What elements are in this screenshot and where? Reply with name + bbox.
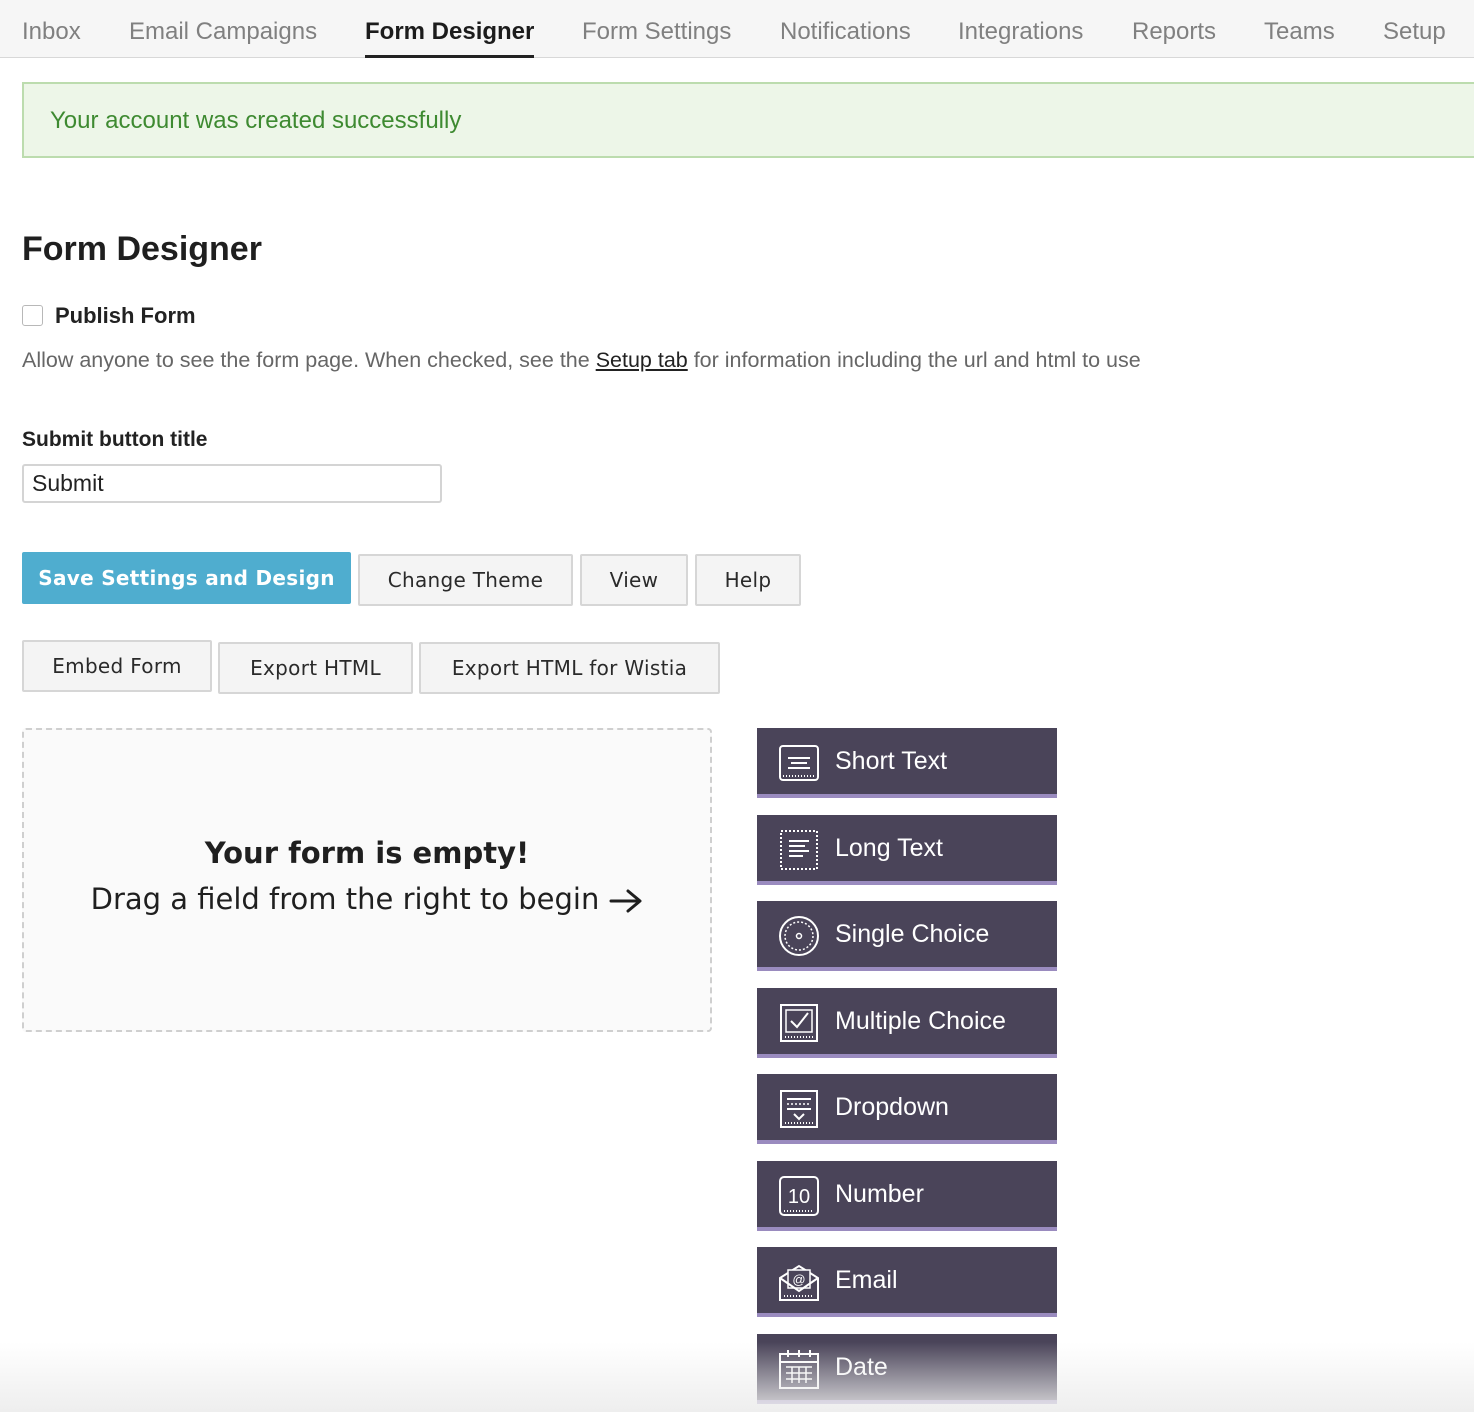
number-icon: 10 bbox=[779, 1176, 819, 1216]
empty-form-title: Your form is empty! bbox=[204, 836, 530, 870]
publish-help-text: Allow anyone to see the form page. When … bbox=[22, 348, 1141, 373]
palette-label: Date bbox=[835, 1353, 888, 1381]
palette-label: Dropdown bbox=[835, 1093, 949, 1121]
tab-form-settings[interactable]: Form Settings bbox=[582, 18, 731, 46]
save-settings-button[interactable]: Save Settings and Design bbox=[22, 552, 351, 604]
tab-form-designer[interactable]: Form Designer bbox=[365, 18, 535, 58]
form-drop-zone[interactable]: Your form is empty! Drag a field from th… bbox=[22, 728, 712, 1032]
palette-multiple-choice[interactable]: Multiple Choice bbox=[757, 988, 1057, 1058]
arrow-right-icon bbox=[609, 889, 642, 913]
palette-email[interactable]: @ Email bbox=[757, 1247, 1057, 1317]
palette-label: Single Choice bbox=[835, 920, 990, 948]
page-title: Form Designer bbox=[22, 230, 262, 268]
embed-form-button[interactable]: Embed Form bbox=[22, 640, 212, 692]
tab-integrations[interactable]: Integrations bbox=[958, 18, 1083, 46]
change-theme-button[interactable]: Change Theme bbox=[358, 554, 573, 606]
long-text-icon bbox=[780, 830, 818, 870]
tab-inbox[interactable]: Inbox bbox=[22, 18, 81, 46]
submit-title-label: Submit button title bbox=[22, 428, 208, 451]
palette-date[interactable]: Date bbox=[757, 1334, 1057, 1404]
help-text-before: Allow anyone to see the form page. When … bbox=[22, 348, 596, 372]
empty-form-subtitle-text: Drag a field from the right to begin bbox=[90, 882, 600, 916]
top-nav: Inbox Email Campaigns Form Designer Form… bbox=[0, 0, 1474, 58]
palette-long-text[interactable]: Long Text bbox=[757, 815, 1057, 885]
email-icon: @ bbox=[779, 1264, 819, 1301]
tab-email-campaigns[interactable]: Email Campaigns bbox=[129, 18, 317, 46]
checkbox-icon bbox=[780, 1004, 818, 1042]
palette-dropdown[interactable]: Dropdown bbox=[757, 1074, 1057, 1144]
tab-setup[interactable]: Setup bbox=[1383, 18, 1446, 46]
palette-label: Number bbox=[835, 1180, 924, 1208]
calendar-icon bbox=[779, 1350, 819, 1389]
palette-short-text[interactable]: Short Text bbox=[757, 728, 1057, 798]
export-html-wistia-button[interactable]: Export HTML for Wistia bbox=[419, 642, 720, 694]
radio-icon bbox=[779, 916, 819, 956]
svg-text:@: @ bbox=[792, 1272, 805, 1287]
success-message: Your account was created successfully bbox=[50, 107, 462, 134]
dropdown-icon bbox=[780, 1090, 818, 1128]
publish-form-checkbox[interactable] bbox=[22, 305, 43, 326]
palette-label: Short Text bbox=[835, 747, 948, 775]
help-text-after: for information including the url and ht… bbox=[687, 348, 1141, 372]
tab-teams[interactable]: Teams bbox=[1264, 18, 1335, 46]
bottom-shadow bbox=[0, 1342, 1474, 1412]
setup-tab-link[interactable]: Setup tab bbox=[596, 348, 688, 372]
palette-number[interactable]: 10 Number bbox=[757, 1161, 1057, 1231]
svg-text:10: 10 bbox=[788, 1186, 810, 1208]
palette-label: Multiple Choice bbox=[835, 1007, 1006, 1035]
export-html-button[interactable]: Export HTML bbox=[218, 642, 413, 694]
palette-label: Long Text bbox=[835, 834, 943, 862]
tab-notifications[interactable]: Notifications bbox=[780, 18, 911, 46]
tab-reports[interactable]: Reports bbox=[1132, 18, 1216, 46]
empty-form-subtitle: Drag a field from the right to begin bbox=[24, 882, 710, 916]
short-text-icon bbox=[779, 745, 819, 781]
success-banner: Your account was created successfully bbox=[22, 82, 1474, 158]
palette-single-choice[interactable]: Single Choice bbox=[757, 901, 1057, 971]
palette-label: Email bbox=[835, 1266, 898, 1294]
help-button[interactable]: Help bbox=[695, 554, 801, 606]
submit-title-input[interactable] bbox=[22, 464, 442, 503]
view-button[interactable]: View bbox=[580, 554, 688, 606]
publish-form-label[interactable]: Publish Form bbox=[55, 303, 196, 329]
